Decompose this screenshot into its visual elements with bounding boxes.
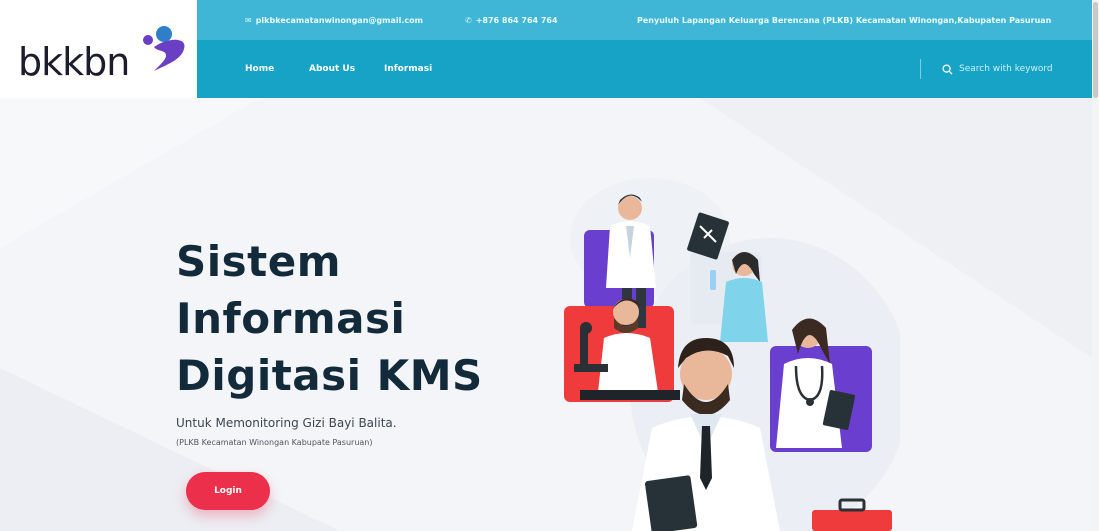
contact-phone-text: +876 864 764 764 (475, 16, 558, 25)
header-tagline: Penyuluh Lapangan Keluarga Berencana (PL… (637, 16, 1052, 25)
medical-professionals-illustration (564, 178, 900, 531)
contact-email[interactable]: ✉ plkbkecamatanwinongan@gmail.com (245, 16, 423, 25)
nav-home[interactable]: Home (245, 64, 274, 74)
contact-phone[interactable]: ✆ +876 864 764 764 (465, 16, 558, 25)
logo-text: bkkbn (18, 40, 130, 84)
login-button[interactable]: Login (186, 472, 270, 510)
page-scrollbar[interactable] (1092, 0, 1099, 531)
hero-title-line-2: Informasi (176, 294, 406, 343)
search-box[interactable] (942, 60, 1072, 78)
hero-title-line-1: Sistem (176, 237, 341, 286)
mail-icon: ✉ (245, 16, 252, 25)
nav-divider (920, 59, 921, 79)
logo-area[interactable]: bkkbn (0, 0, 198, 98)
search-icon[interactable] (942, 63, 953, 75)
hero-note: (PLKB Kecamatan Winongan Kabupate Pasuru… (176, 438, 373, 447)
nav-informasi[interactable]: Informasi (384, 64, 432, 74)
hero-title: Sistem Informasi Digitasi KMS (176, 233, 483, 404)
main-nav: Home About Us Informasi (197, 40, 1092, 98)
hero-section: Sistem Informasi Digitasi KMS Untuk Memo… (0, 98, 1092, 531)
bkkbn-logo-mark-icon (143, 26, 185, 71)
site-header: ✉ plkbkecamatanwinongan@gmail.com ✆ +876 8… (197, 0, 1092, 98)
contact-topbar: ✉ plkbkecamatanwinongan@gmail.com ✆ +876 8… (197, 0, 1092, 40)
scrollbar-thumb[interactable] (1093, 2, 1098, 98)
hero-title-line-3: Digitasi KMS (176, 351, 483, 400)
nav-about-us[interactable]: About Us (309, 64, 355, 74)
search-input[interactable] (959, 64, 1069, 74)
hero-subtitle: Untuk Memonitoring Gizi Bayi Balita. (176, 416, 397, 430)
phone-icon: ✆ (465, 16, 472, 25)
contact-email-text: plkbkecamatanwinongan@gmail.com (255, 16, 423, 25)
